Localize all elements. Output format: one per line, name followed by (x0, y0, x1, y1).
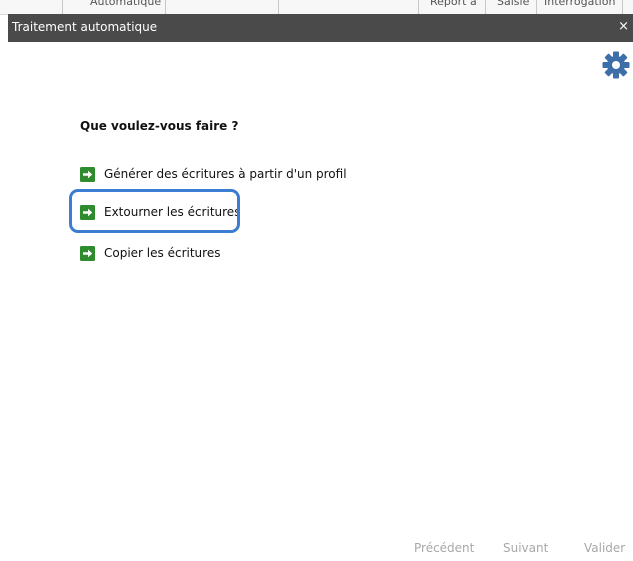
background-tab-report: Report à (430, 0, 477, 8)
option-highlight (69, 189, 240, 233)
separator (418, 0, 419, 14)
separator (165, 0, 166, 14)
option-label: Copier les écritures (104, 246, 221, 260)
separator (62, 0, 63, 14)
background-tab-interrogation: Interrogation (544, 0, 616, 8)
close-icon[interactable]: × (618, 20, 629, 34)
separator (622, 0, 623, 14)
separator (278, 0, 279, 14)
gear-icon[interactable] (601, 50, 631, 80)
option-label: Générer des écritures à partir d'un prof… (104, 167, 347, 181)
arrow-right-icon (80, 245, 95, 261)
next-button[interactable]: Suivant (503, 541, 548, 555)
dialog-titlebar: Traitement automatique × (8, 14, 633, 42)
question-heading: Que voulez-vous faire ? (80, 119, 239, 133)
previous-button[interactable]: Précédent (414, 541, 474, 555)
validate-button[interactable]: Valider (584, 541, 625, 555)
separator (536, 0, 537, 14)
background-app-strip: Automatique Report à Saisie Interrogatio… (0, 0, 633, 15)
separator (485, 0, 486, 14)
option-generate[interactable]: Générer des écritures à partir d'un prof… (80, 164, 347, 184)
background-tab-automatique: Automatique (90, 0, 162, 8)
arrow-right-icon (80, 166, 95, 182)
background-tab-saisie: Saisie (497, 0, 530, 8)
dialog-title: Traitement automatique (12, 20, 158, 34)
dialog-body: Que voulez-vous faire ? Générer des écri… (8, 42, 633, 561)
option-copy[interactable]: Copier les écritures (80, 243, 220, 263)
